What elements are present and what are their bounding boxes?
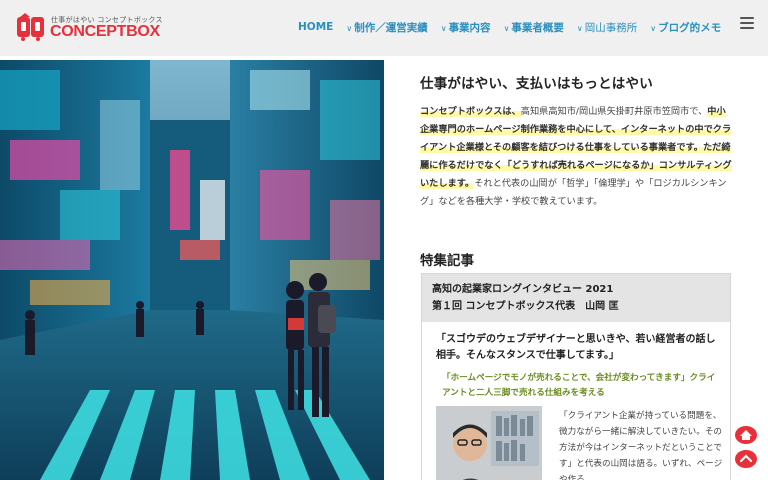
nav-okayama-office[interactable]: ∨ 岡山事務所 bbox=[577, 20, 637, 35]
logo-icon bbox=[17, 13, 44, 41]
intro-location: 高知県高知市/岡山県矢掛町井原市笠岡市で、 bbox=[520, 106, 708, 117]
site-logo[interactable]: 仕事がはやい コンセプトボックス CONCEPTBOX bbox=[16, 13, 163, 43]
city-street-illustration bbox=[0, 60, 384, 480]
card-quote: 「スゴウデのウェブデザイナーと思いきや、若い経営者の話し相手。そんなスタンスで仕… bbox=[436, 334, 716, 361]
main-nav: HOME ∨ 制作／運営実績 ∨ 事業内容 ∨ 事業者概要 ∨ 岡山事務所 ∨ ブログ的メ… bbox=[298, 18, 734, 36]
nav-services[interactable]: ∨ 事業内容 bbox=[441, 20, 491, 35]
chevron-down-icon: ∨ bbox=[650, 23, 657, 33]
hamburger-icon[interactable] bbox=[740, 17, 754, 29]
intro-title: 仕事がはやい、支払いはもっとはやい bbox=[420, 76, 653, 92]
chevron-down-icon: ∨ bbox=[576, 23, 583, 33]
intro-highlight-company: コンセプトボックスは、 bbox=[420, 106, 521, 117]
scroll-to-top-button[interactable] bbox=[734, 449, 758, 469]
chevron-down-icon: ∨ bbox=[503, 23, 510, 33]
home-icon bbox=[735, 426, 757, 444]
chevron-down-icon: ∨ bbox=[346, 23, 353, 33]
intro-paragraph: コンセプトボックスは、高知県高知市/岡山県矢掛町井原市笠岡市で、中小企業専門のホ… bbox=[420, 103, 732, 211]
interview-photo bbox=[436, 406, 542, 480]
card-header: 高知の起業家ロングインタビュー 2021 第１回 コンセプトボックス代表 山岡 … bbox=[422, 274, 730, 322]
card-header-line-2: 第１回 コンセプトボックス代表 山岡 匡 bbox=[432, 301, 619, 312]
nav-about[interactable]: ∨ 事業者概要 bbox=[504, 20, 564, 35]
chevron-up-icon bbox=[735, 450, 757, 468]
intro-section: 仕事がはやい、支払いはもっとはやい コンセプトボックスは、高知県高知市/岡山県矢… bbox=[420, 72, 732, 211]
hero-image bbox=[0, 60, 384, 480]
feature-section-title: 特集記事 bbox=[420, 253, 474, 269]
floating-home-button[interactable] bbox=[734, 425, 758, 445]
card-sub-quote: 「ホームページでモノが売れることで、会社が変わってきます」クライアントと二人三脚… bbox=[442, 373, 716, 398]
intro-highlight-business: 中小企業専門のホームページ制作業務を中心にして、インターネットの中でクライアント… bbox=[420, 106, 732, 189]
nav-works[interactable]: ∨ 制作／運営実績 bbox=[346, 20, 427, 35]
logo-name: CONCEPTBOX bbox=[50, 23, 160, 40]
nav-blog[interactable]: ∨ ブログ的メモ bbox=[650, 20, 721, 35]
chevron-down-icon: ∨ bbox=[440, 23, 447, 33]
card-header-line-1: 高知の起業家ロングインタビュー 2021 bbox=[432, 284, 614, 295]
card-body-text: 「クライアント企業が持っている問題を、微力ながら一緒に解決していきたい。その方法… bbox=[559, 411, 723, 480]
feature-article-card[interactable]: 高知の起業家ロングインタビュー 2021 第１回 コンセプトボックス代表 山岡 … bbox=[421, 273, 731, 480]
nav-home[interactable]: HOME bbox=[298, 21, 333, 33]
site-header: 仕事がはやい コンセプトボックス CONCEPTBOX HOME ∨ 制作／運営実… bbox=[0, 0, 768, 56]
